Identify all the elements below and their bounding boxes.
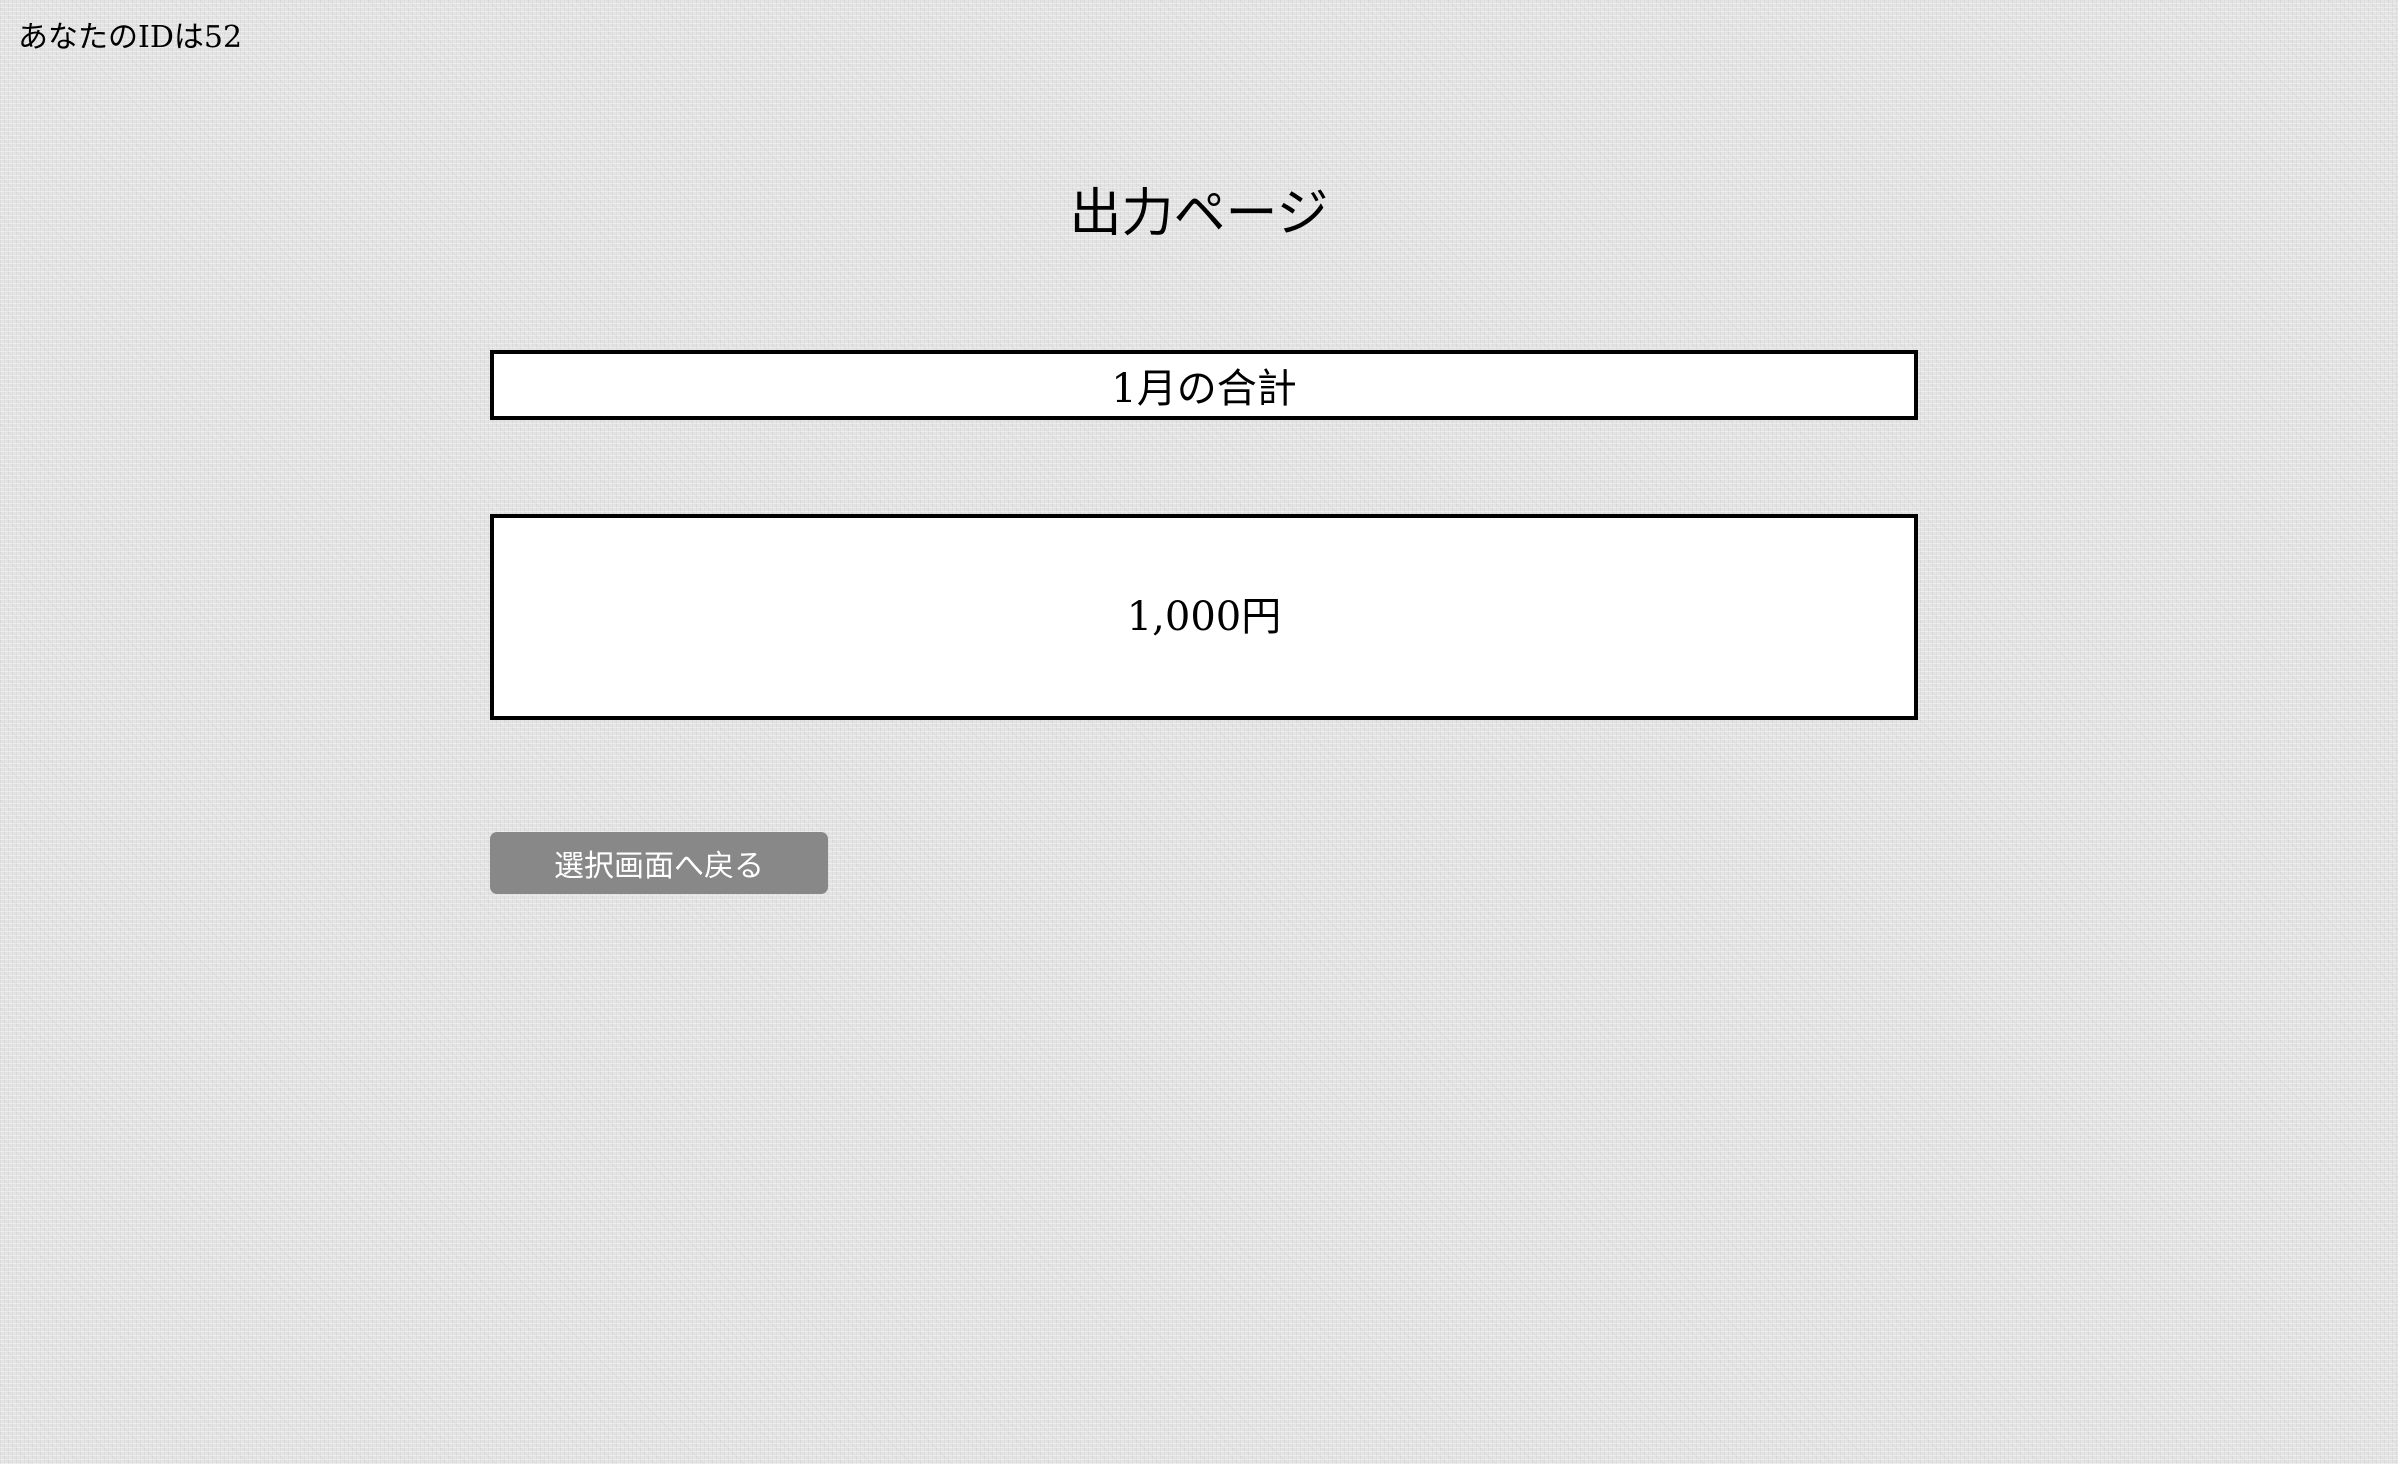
month-total-heading: 1月の合計	[490, 350, 1918, 420]
month-total-heading-text: 1月の合計	[1111, 366, 1297, 412]
total-amount-value: 1,000円	[1126, 594, 1282, 640]
page-title: 出力ページ	[1069, 184, 1329, 244]
total-amount-box: 1,000円	[490, 514, 1918, 720]
back-to-selection-button[interactable]: 選択画面へ戻る	[490, 832, 828, 894]
back-to-selection-button-label: 選択画面へ戻る	[554, 849, 764, 884]
user-id-label: あなたのIDは52	[18, 20, 243, 55]
